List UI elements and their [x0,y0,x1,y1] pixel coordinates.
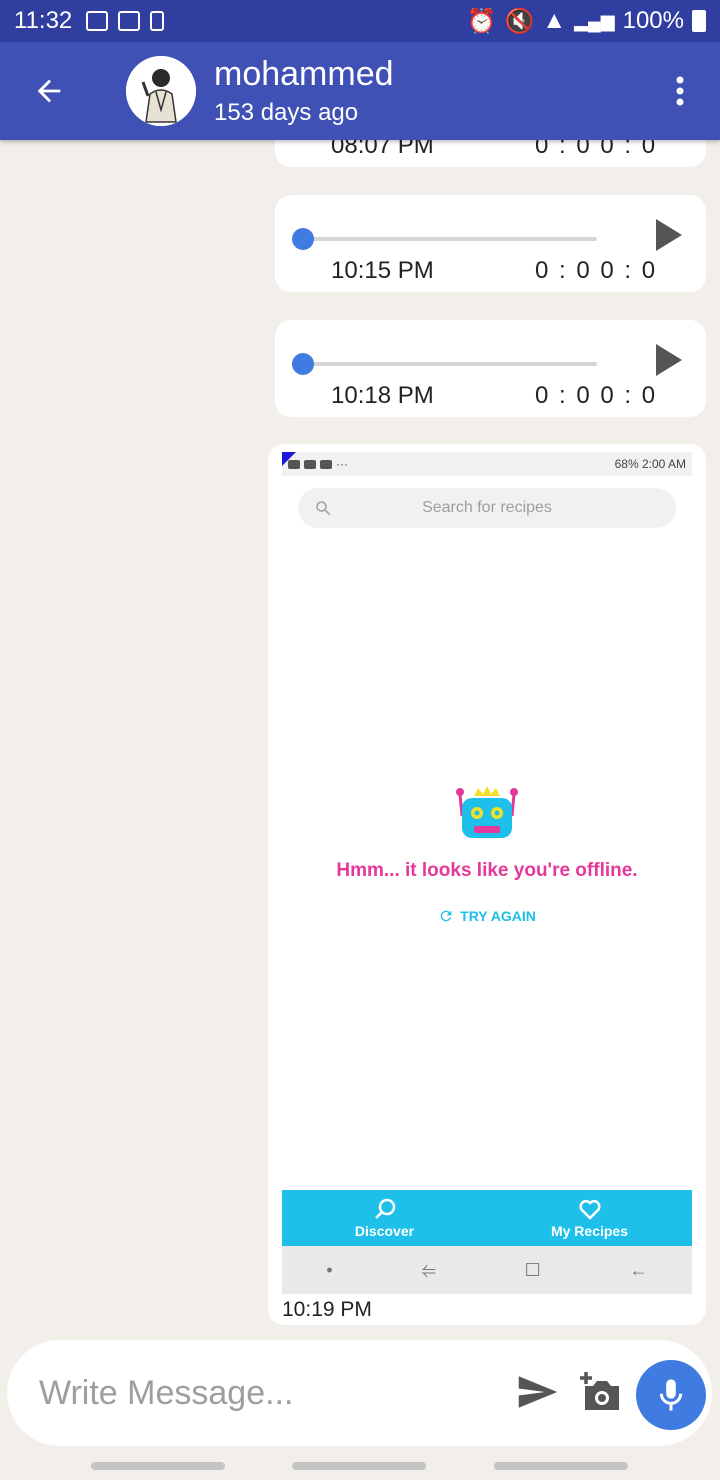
search-icon [316,501,331,516]
battery-notification-icon [150,11,165,31]
signal-icon: ▂▄▆ [574,10,615,31]
notification-icons [86,11,165,31]
battery-icon [692,10,706,32]
gesture-hint [292,1462,426,1470]
offline-robot-icon [456,786,518,838]
screenshot-system-nav: • ⥢ ☐ ← [282,1246,692,1294]
avatar-image [126,56,196,126]
recents-icon: ⥢ [421,1259,436,1280]
audio-progress-track[interactable] [303,362,597,366]
message-time: 10:19 PM [282,1298,372,1321]
chat-header: mohammed 153 days ago [0,42,720,140]
screenshot-status-bar: ··· 68% 2:00 AM [282,452,692,476]
message-input[interactable] [39,1368,499,1418]
screenshot-notification-icons: ··· [288,457,348,471]
try-again-label: TRY AGAIN [460,908,536,924]
audio-seek-handle[interactable] [292,228,314,250]
alarm-icon: ⏰ [466,7,497,35]
gallery-notification-icon [86,11,109,31]
nav-my-recipes: My Recipes [487,1190,692,1246]
mic-icon [659,1379,683,1411]
image-message[interactable]: ··· 68% 2:00 AM Search for recipes Hmm..… [268,444,706,1325]
home-icon: ☐ [524,1259,541,1280]
status-time: 11:32 [14,7,73,34]
status-bar: 11:32 ⏰ 🔇 ▲ ▂▄▆ 100% [0,0,720,42]
recipe-search-bar: Search for recipes [298,488,676,528]
back-icon: ← [629,1259,648,1280]
nav-my-recipes-label: My Recipes [550,1223,629,1239]
battery-percent: 100% [622,7,684,34]
play-icon[interactable] [656,219,682,251]
contact-avatar[interactable] [126,56,196,126]
search-placeholder: Search for recipes [422,499,552,516]
screenshot-status-right: 68% 2:00 AM [614,457,686,471]
gesture-hint [494,1462,628,1470]
youtube-icon [320,459,332,469]
message-time: 10:18 PM [331,382,434,409]
audio-progress-track[interactable] [303,237,597,241]
back-button[interactable] [0,42,98,140]
wifi-icon: ▲ [542,7,567,34]
message-composer [7,1340,712,1446]
back-arrow-icon [37,79,61,103]
more-dots-icon: ··· [336,457,348,471]
status-right: ⏰ 🔇 ▲ ▂▄▆ 100% [467,7,706,36]
add-photo-button[interactable] [577,1370,621,1417]
record-audio-button[interactable] [636,1360,706,1430]
heart-icon [578,1199,601,1220]
try-again-button: TRY AGAIN [282,908,692,924]
audio-duration: 0 : 0 0 : 0 [535,382,658,409]
contact-info[interactable]: mohammed 153 days ago [214,54,394,128]
nav-discover-label: Discover [354,1223,415,1239]
last-seen: 153 days ago [214,99,359,126]
mute-icon: 🔇 [504,7,535,35]
offline-message: Hmm... it looks like you're offline. [336,860,638,881]
screenshot-corner-mark [282,452,296,466]
discover-icon [374,1198,395,1219]
send-button[interactable] [517,1374,559,1415]
add-photo-icon [580,1372,619,1410]
usb-notification-icon [118,11,141,31]
more-vert-icon [676,76,684,106]
refresh-icon [440,910,452,922]
send-icon [518,1376,558,1408]
audio-duration: 0 : 0 0 : 0 [535,257,658,284]
overflow-menu-button[interactable] [640,42,720,140]
audio-message: 10:15 PM 0 : 0 0 : 0 [275,195,706,292]
message-time: 10:15 PM [331,257,434,284]
audio-message: 10:18 PM 0 : 0 0 : 0 [275,320,706,417]
audio-seek-handle[interactable] [292,353,314,375]
contact-name: mohammed [214,55,394,93]
shared-screenshot[interactable]: ··· 68% 2:00 AM Search for recipes Hmm..… [282,452,692,1294]
gesture-hint [91,1462,225,1470]
nav-discover: Discover [282,1190,487,1246]
youtube-icon [304,459,316,469]
recipes-bottom-nav: Discover My Recipes [282,1190,692,1246]
dot-icon: • [326,1259,333,1280]
play-icon[interactable] [656,344,682,376]
